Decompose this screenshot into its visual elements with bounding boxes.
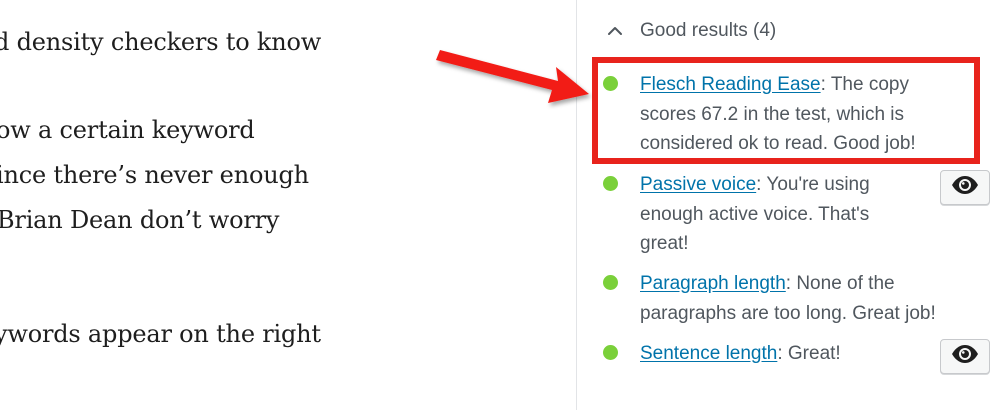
paragraph-length-link[interactable]: Paragraph length [640,273,786,294]
result-text: Sentence length: Great! [640,339,841,369]
result-message: : None of the [785,273,895,294]
good-status-bullet [603,76,618,91]
result-text: Flesch Reading Ease: The copy scores 67.… [640,70,916,159]
editor-text-line: ow a certain keyword [0,116,255,144]
editor-text-line: d density checkers to know [0,28,322,56]
result-message: : You're using [756,174,870,195]
eye-icon [951,345,979,368]
good-status-bullet [603,275,618,290]
screenshot-page: d density checkers to know ow a certain … [0,0,1000,410]
flesch-reading-ease-link[interactable]: Flesch Reading Ease [640,74,821,95]
result-message: : Great! [777,343,841,364]
result-message: : The copy [820,74,909,95]
readability-analysis-panel: Good results (4) Flesch Reading Ease: Th… [577,0,1000,410]
result-text: Passive voice: You're using enough activ… [640,170,870,259]
result-message: scores 67.2 in the test, which is [640,103,905,125]
good-results-toggle[interactable]: Good results (4) [605,18,776,44]
good-status-bullet [603,345,618,360]
editor-text-line: ywords appear on the right [0,320,321,348]
result-message: considered ok to read. Good job! [640,133,916,154]
result-text: Paragraph length: None of the paragraphs… [640,269,936,328]
good-results-heading: Good results (4) [640,20,777,41]
result-message: great! [640,233,689,254]
editor-text-line: Brian Dean don’t worry [0,206,280,234]
eye-icon [951,176,979,199]
post-editor-content: d density checkers to know ow a certain … [0,0,576,410]
good-status-bullet [603,176,618,191]
chevron-up-icon [605,21,625,41]
passive-voice-highlight-button[interactable] [940,170,990,205]
editor-text-line: ince there’s never enough [0,161,309,189]
sentence-length-highlight-button[interactable] [940,339,990,374]
passive-voice-link[interactable]: Passive voice [640,174,756,195]
result-message: paragraphs are too long. Great job! [640,302,936,324]
result-message: enough active voice. That's [640,203,870,225]
sentence-length-link[interactable]: Sentence length [640,343,777,364]
